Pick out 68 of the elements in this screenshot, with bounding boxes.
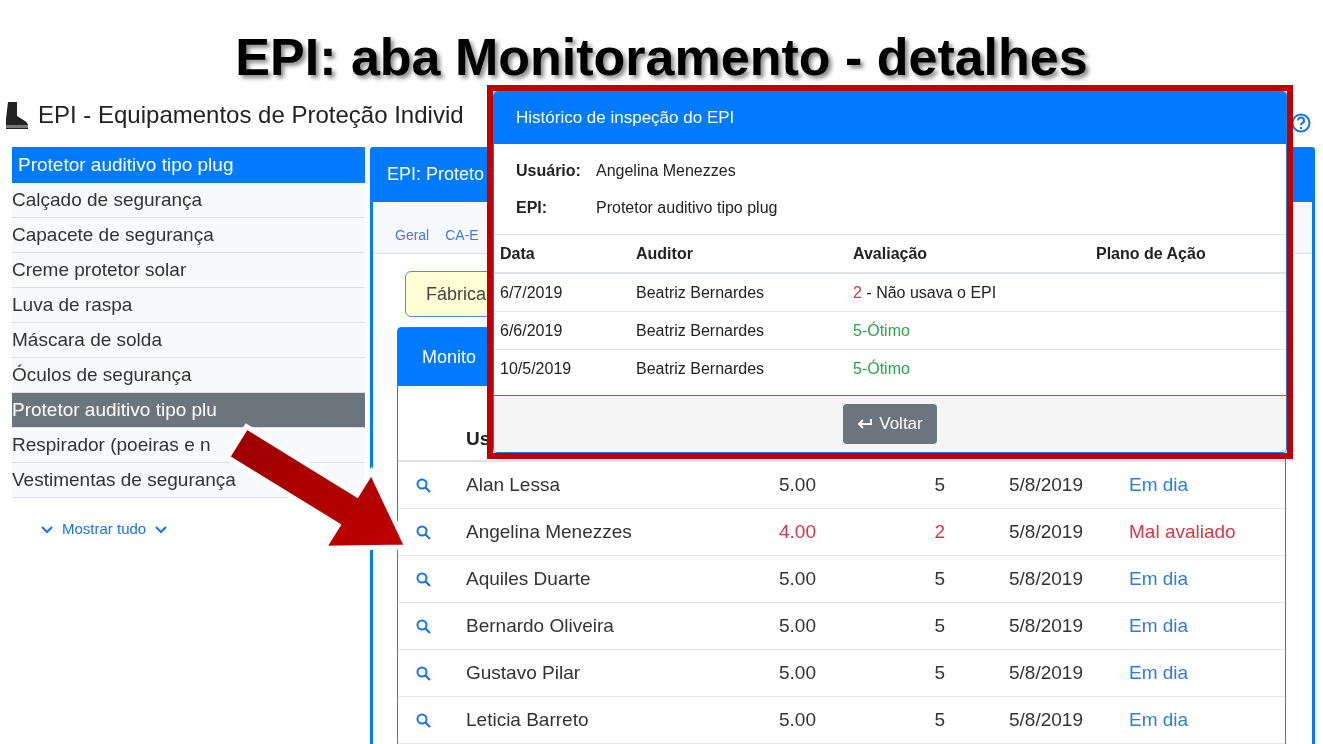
table-cell-text: 5/8/2019 (1008, 521, 1084, 543)
modal-title: Histórico de inspeção do EPI (494, 92, 1286, 144)
tab[interactable]: CA-E (445, 227, 479, 243)
table-cell-text: Gustavo Pilar (465, 662, 582, 684)
field-label: Usuário: (516, 161, 582, 180)
sidebar-item[interactable]: Protetor auditivo tipo plu (12, 393, 365, 428)
table-cell-text: Leticia Barreto (465, 709, 590, 731)
table-cell-text: 5/8/2019 (1008, 662, 1084, 684)
table-cell-text: 5 (933, 662, 946, 684)
status-text: Em dia (1128, 662, 1190, 684)
table-cell-text: 5 (933, 474, 946, 496)
panel-title: EPI: Proteto (387, 164, 485, 184)
return-arrow-icon (857, 418, 874, 430)
table-cell-text: 5.00 (778, 662, 816, 684)
table-cell-text: Alan Lessa (465, 474, 561, 496)
column-header: Avaliação (852, 244, 929, 263)
tab[interactable]: Geral (395, 227, 430, 243)
column-header: Data (499, 244, 536, 263)
field-label: EPI: (516, 198, 549, 217)
search-icon[interactable] (415, 524, 431, 540)
table-cell-text: 2 - Não usava o EPI (852, 283, 998, 302)
table-cell-text: 5.00 (778, 474, 816, 496)
table-cell-text: Angelina Menezzes (465, 521, 633, 543)
status-text: Em dia (1128, 709, 1190, 731)
table-cell-text: 5/8/2019 (1008, 474, 1084, 496)
help-icon[interactable] (1291, 113, 1311, 133)
search-icon[interactable] (415, 571, 431, 587)
table-cell-text: Aquiles Duarte (465, 568, 592, 590)
table-cell-text: Beatriz Bernardes (635, 359, 766, 378)
show-all-link[interactable]: Mostrar tudo (62, 520, 147, 537)
table-cell-text: 5.00 (778, 615, 816, 637)
table-cell-text: 4.00 (778, 521, 816, 543)
sidebar-item[interactable]: Máscara de solda (12, 323, 365, 358)
table-cell-text: 5 (933, 568, 946, 590)
table-cell-text: Bernardo Oliveira (465, 615, 615, 637)
search-icon[interactable] (415, 477, 431, 493)
table-cell-text: 5.00 (778, 568, 816, 590)
table-cell-text: 5 (933, 615, 946, 637)
sidebar-item[interactable]: Capacete de segurança (12, 218, 365, 253)
slide-title: EPI: aba Monitoramento - detalhes (234, 27, 1089, 86)
status-text: Em dia (1128, 568, 1190, 590)
boot-icon (4, 101, 30, 129)
sidebar-item[interactable]: Creme protetor solar (12, 253, 365, 288)
sidebar-item[interactable]: Óculos de segurança (12, 358, 365, 393)
sidebar-header[interactable]: Protetor auditivo tipo plug (12, 147, 365, 183)
search-icon[interactable] (415, 665, 431, 681)
table-cell-text: 10/5/2019 (499, 359, 573, 378)
column-header: Auditor (635, 244, 694, 263)
table-cell-text: 5/8/2019 (1008, 709, 1084, 731)
sidebar-item[interactable]: Luva de raspa (12, 288, 365, 323)
search-icon[interactable] (415, 618, 431, 634)
table-cell-text: 5/8/2019 (1008, 568, 1084, 590)
field-value: Protetor auditivo tipo plug (596, 198, 778, 217)
table-cell-text: 2 (933, 521, 946, 543)
search-icon[interactable] (415, 712, 431, 728)
app-title: EPI - Equipamentos de Proteção Individ (38, 101, 464, 129)
back-button[interactable]: Voltar (843, 404, 937, 444)
status-text: Mal avaliado (1128, 521, 1237, 543)
sidebar-item[interactable]: Calçado de segurança (12, 183, 365, 218)
table-cell-text: 5-Ótimo (852, 359, 911, 378)
table-cell-text: 5/8/2019 (1008, 615, 1084, 637)
column-header: Plano de Ação (1095, 244, 1207, 263)
table-cell-text: 5.00 (778, 709, 816, 731)
status-text: Em dia (1128, 615, 1190, 637)
table-cell-text: 5 (933, 709, 946, 731)
field-value: Angelina Menezzes (596, 161, 736, 180)
status-text: Em dia (1128, 474, 1190, 496)
table-cell-text: Beatriz Bernardes (635, 283, 766, 302)
